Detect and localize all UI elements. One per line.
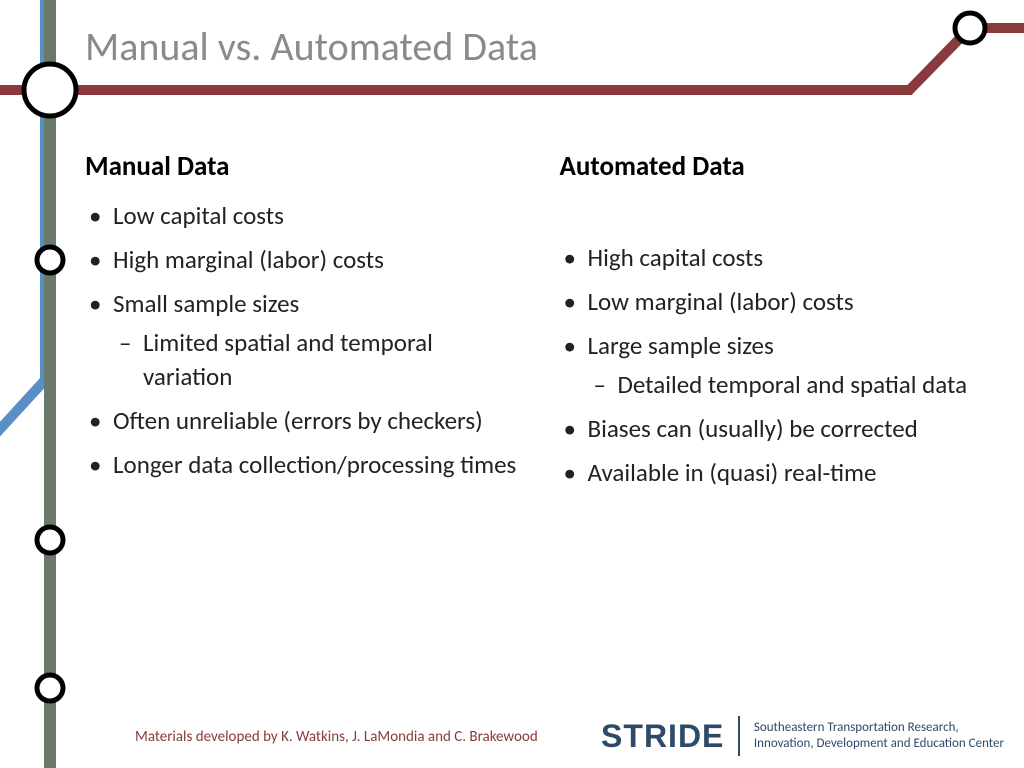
automated-list: High capital costs Low marginal (labor) … bbox=[560, 241, 995, 490]
list-item: Large sample sizes Detailed temporal and… bbox=[560, 329, 995, 403]
footer-credit: Materials developed by K. Watkins, J. La… bbox=[135, 728, 538, 746]
manual-heading: Manual Data bbox=[85, 150, 520, 183]
manual-data-column: Manual Data Low capital costs High margi… bbox=[85, 150, 520, 500]
automated-heading: Automated Data bbox=[560, 150, 995, 183]
list-item: Low capital costs bbox=[85, 199, 520, 233]
list-item: High marginal (labor) costs bbox=[85, 243, 520, 277]
list-subitem: Limited spatial and temporal variation bbox=[113, 326, 520, 394]
manual-list: Low capital costs High marginal (labor) … bbox=[85, 199, 520, 481]
logo-line1: Southeastern Transportation Research, bbox=[754, 720, 959, 735]
logo-word: STRIDE bbox=[601, 718, 724, 755]
list-item: Biases can (usually) be corrected bbox=[560, 412, 995, 446]
list-item: High capital costs bbox=[560, 241, 995, 275]
logo-line2: Innovation, Development and Education Ce… bbox=[754, 736, 1004, 751]
list-item: Small sample sizes Limited spatial and t… bbox=[85, 287, 520, 394]
stride-logo: STRIDE Southeastern Transportation Resea… bbox=[601, 716, 1004, 756]
content-columns: Manual Data Low capital costs High margi… bbox=[85, 150, 994, 500]
list-item: Available in (quasi) real-time bbox=[560, 456, 995, 490]
list-item-text: Small sample sizes bbox=[113, 288, 299, 319]
logo-subtitle: Southeastern Transportation Research, In… bbox=[754, 720, 1004, 753]
list-item: Low marginal (labor) costs bbox=[560, 285, 995, 319]
list-item: Often unreliable (errors by checkers) bbox=[85, 404, 520, 438]
list-item-text: Large sample sizes bbox=[588, 330, 774, 361]
logo-divider bbox=[738, 716, 740, 756]
automated-data-column: Automated Data High capital costs Low ma… bbox=[560, 150, 995, 500]
slide-title: Manual vs. Automated Data bbox=[85, 22, 538, 71]
list-subitem: Detailed temporal and spatial data bbox=[588, 368, 995, 402]
list-item: Longer data collection/processing times bbox=[85, 448, 520, 482]
